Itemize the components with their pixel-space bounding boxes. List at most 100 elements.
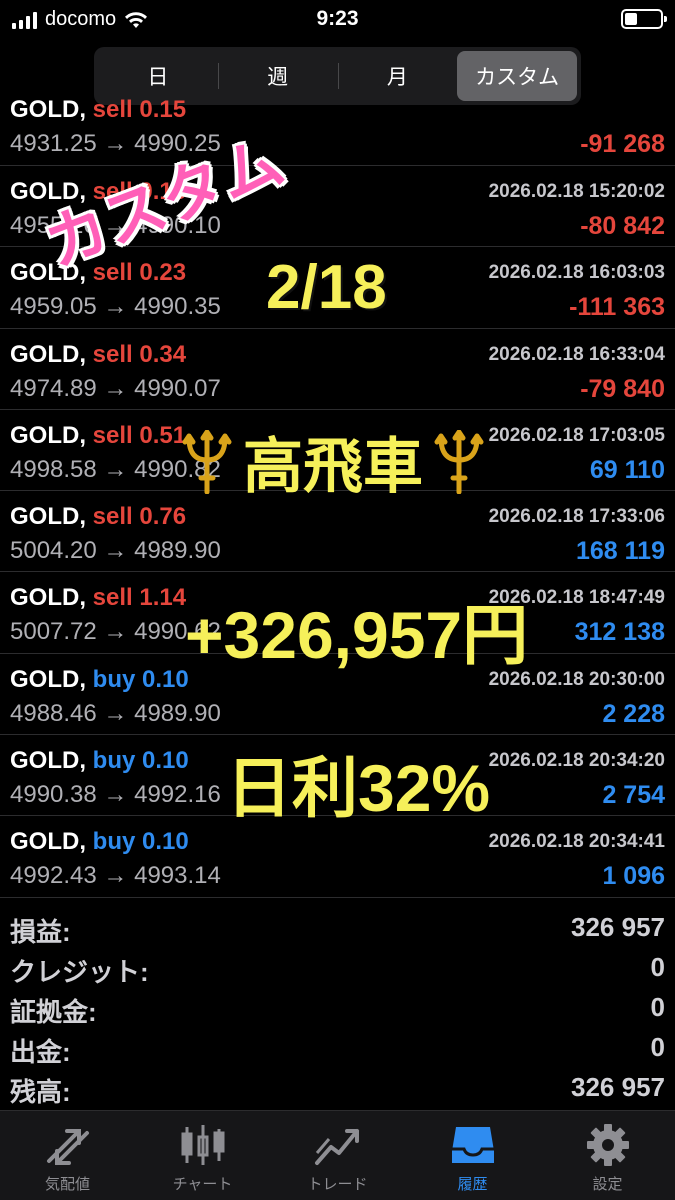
candlestick-chart-icon — [181, 1125, 224, 1165]
status-bar: docomo 9:23 — [0, 0, 675, 40]
summary-row: 出金: 0 — [0, 1026, 675, 1067]
trade-row[interactable]: GOLD, sell 0.23 2026.02.18 16:03:03 4959.0… — [0, 247, 675, 329]
segment-custom[interactable]: カスタム — [457, 51, 577, 101]
trade-volume: 0.34 — [139, 340, 187, 368]
trade-type: sell — [92, 503, 133, 531]
trade-time: 2026.02.18 16:33:04 — [488, 343, 665, 365]
trade-header: GOLD, buy 0.10 — [10, 666, 189, 694]
account-summary: 損益: 326 957 クレジット: 0 証拠金: 0 出金: 0 残高: 326 957 — [0, 906, 675, 1107]
trade-row[interactable]: GOLD, buy 0.10 2026.02.18 20:34:41 4992.43… — [0, 816, 675, 898]
trade-prices: 4931.25 → 4990.25 — [10, 130, 221, 157]
trade-prices: 4992.43 → 4993.14 — [10, 862, 221, 890]
summary-label: クレジット: — [10, 957, 149, 987]
trade-type: sell — [92, 96, 133, 123]
trade-time: 2026.02.18 18:47:49 — [488, 587, 665, 609]
tab-label: チャート — [172, 1176, 233, 1193]
tab-label: 気配値 — [44, 1176, 90, 1193]
summary-value: 0 — [650, 1032, 665, 1062]
trade-header: GOLD, sell 0.76 — [10, 503, 186, 531]
trade-row[interactable]: GOLD, sell 0.15 4931.25 → 4990.25 -91 268 — [0, 96, 675, 166]
trade-prices: 5004.20 → 4989.90 — [10, 537, 221, 565]
trade-row[interactable]: GOLD, buy 0.10 2026.02.18 20:30:00 4988.46… — [0, 654, 675, 736]
trade-header: GOLD, sell 0.15 — [10, 96, 186, 124]
trade-header: GOLD, sell 0.23 — [10, 259, 186, 287]
trade-volume: 0.15 — [139, 96, 187, 123]
trade-time: 2026.02.18 16:03:03 — [488, 262, 665, 284]
trade-profit: 312 138 — [574, 618, 665, 647]
trade-history-list: GOLD, sell 0.15 4931.25 → 4990.25 -91 268 G… — [0, 96, 675, 898]
trade-volume: 0.51 — [139, 421, 187, 449]
tab-label: トレード — [307, 1176, 368, 1193]
trade-row[interactable]: GOLD, buy 0.10 2026.02.18 20:34:20 4990.38… — [0, 735, 675, 817]
trade-header: GOLD, sell 0.34 — [10, 341, 186, 369]
trade-row[interactable]: GOLD, sell 0.76 2026.02.18 17:33:06 5004.2… — [0, 491, 675, 573]
segment-month[interactable]: 月 — [337, 51, 458, 101]
trade-volume: 0.23 — [139, 259, 187, 287]
summary-value: 0 — [650, 992, 665, 1022]
trade-volume: 0.10 — [142, 747, 189, 775]
summary-label: 証拠金: — [10, 997, 97, 1027]
summary-label: 出金: — [10, 1037, 71, 1067]
trade-symbol: GOLD, — [10, 340, 86, 368]
trade-header: GOLD, buy 0.10 — [10, 828, 189, 856]
trade-profit: 69 110 — [589, 455, 665, 484]
trade-row[interactable]: GOLD, sell 0.15 2026.02.18 15:20:02 4955.2… — [0, 166, 675, 248]
bottom-tab-bar: 気配値 チャート トレード 履歴 設定 — [0, 1110, 675, 1200]
trade-prices: 4959.05 → 4990.35 — [10, 293, 221, 321]
trade-header: GOLD, sell 1.14 — [10, 584, 186, 612]
tab-trade[interactable]: トレード — [270, 1111, 405, 1200]
trade-time: 2026.02.18 20:34:41 — [488, 831, 665, 853]
trade-prices: 4955.26 → 4990.10 — [10, 212, 221, 239]
trade-volume: 0.10 — [142, 828, 189, 856]
trade-prices: 4988.46 → 4989.90 — [10, 699, 221, 727]
trade-type: sell — [92, 421, 133, 449]
trade-volume: 1.14 — [139, 584, 187, 612]
trade-row[interactable]: GOLD, sell 0.34 2026.02.18 16:33:04 4974.8… — [0, 329, 675, 410]
summary-value: 326 957 — [571, 912, 665, 942]
battery-icon — [621, 9, 667, 29]
segment-day[interactable]: 日 — [98, 51, 218, 101]
trade-type: buy — [92, 665, 136, 693]
tab-chart[interactable]: チャート — [135, 1111, 270, 1200]
settings-gear-icon — [586, 1124, 629, 1166]
trade-symbol: GOLD, — [10, 96, 86, 123]
status-time: 9:23 — [316, 7, 359, 30]
trade-time: 2026.02.18 20:30:00 — [488, 668, 665, 690]
trade-profit: -79 840 — [580, 374, 665, 403]
summary-row: 損益: 326 957 — [0, 906, 675, 947]
trade-symbol: GOLD, — [10, 503, 86, 531]
summary-value: 326 957 — [571, 1072, 665, 1102]
trade-symbol: GOLD, — [10, 584, 86, 612]
quotes-arrows-icon — [46, 1129, 89, 1165]
tab-history[interactable]: 履歴 — [405, 1111, 540, 1200]
tab-quotes[interactable]: 気配値 — [0, 1111, 135, 1200]
tab-settings[interactable]: 設定 — [540, 1111, 675, 1200]
trade-profit: 1 096 — [602, 862, 665, 891]
tab-label: 設定 — [592, 1176, 623, 1193]
trade-profit: -91 268 — [580, 130, 665, 158]
trade-symbol: GOLD, — [10, 828, 86, 856]
trade-time: 2026.02.18 20:34:20 — [488, 750, 665, 772]
trade-prices: 4974.89 → 4990.07 — [10, 374, 221, 402]
summary-row: クレジット: 0 — [0, 946, 675, 987]
trade-type: buy — [92, 747, 136, 775]
trade-time: 2026.02.18 15:20:02 — [488, 181, 665, 202]
trade-prices: 4990.38 → 4992.16 — [10, 781, 221, 809]
trade-row[interactable]: GOLD, sell 1.14 2026.02.18 18:47:49 5007.7… — [0, 572, 675, 654]
trade-header: GOLD, buy 0.10 — [10, 747, 189, 775]
segment-week[interactable]: 週 — [217, 51, 338, 101]
trade-profit: 2 754 — [602, 781, 665, 810]
trade-volume: 0.76 — [139, 503, 187, 531]
trade-row[interactable]: GOLD, sell 0.51 2026.02.18 17:03:05 4998.5… — [0, 410, 675, 492]
trade-header: GOLD, sell 0.15 — [10, 178, 186, 206]
trade-profit: -111 363 — [569, 293, 665, 322]
trade-profit: 2 228 — [602, 699, 665, 728]
trade-symbol: GOLD, — [10, 178, 86, 205]
summary-row: 証拠金: 0 — [0, 986, 675, 1027]
trade-symbol: GOLD, — [10, 421, 86, 449]
summary-row: 残高: 326 957 — [0, 1066, 675, 1107]
trade-type: buy — [92, 828, 136, 856]
trade-type: sell — [92, 340, 133, 368]
trade-profit: -80 842 — [580, 212, 665, 240]
trade-symbol: GOLD, — [10, 665, 86, 693]
